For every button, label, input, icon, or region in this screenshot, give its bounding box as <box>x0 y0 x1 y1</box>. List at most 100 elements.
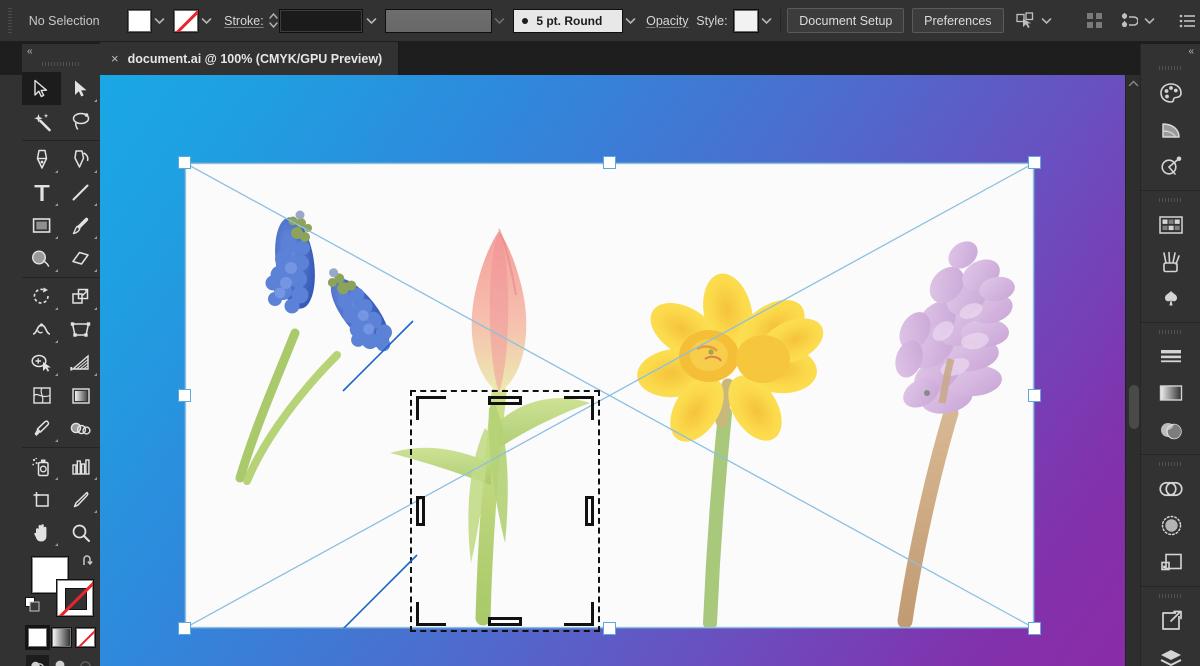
panel-group-grip[interactable] <box>1159 326 1182 337</box>
style-chevron-down-icon[interactable] <box>759 9 775 33</box>
tool-type[interactable] <box>22 176 61 209</box>
distribute-spacing-icon[interactable] <box>1116 9 1141 33</box>
stroke-swatch[interactable] <box>173 8 199 33</box>
selection-handle-bottom-left[interactable] <box>178 622 191 635</box>
selection-handle-top-left[interactable] <box>178 156 191 169</box>
selection-handle-top-right[interactable] <box>1028 156 1041 169</box>
panel-group-grip[interactable] <box>1159 458 1182 469</box>
stroke-weight-chevron-down-icon[interactable] <box>363 9 379 33</box>
tools-panel-grip[interactable] <box>42 58 80 70</box>
tool-curvature[interactable] <box>61 143 100 176</box>
tool-selection[interactable] <box>22 72 61 105</box>
asset-export-panel-icon[interactable] <box>1141 602 1200 639</box>
brushes-panel-icon[interactable] <box>1141 243 1200 280</box>
stroke-weight-field[interactable] <box>279 8 364 33</box>
scroll-up-icon[interactable] <box>1126 77 1141 90</box>
brush-definition-field[interactable]: 5 pt. Round <box>513 8 623 33</box>
default-fill-stroke-icon[interactable] <box>25 597 40 617</box>
creative-cloud-libraries-panel-icon[interactable] <box>1141 470 1200 507</box>
collapse-panel-icon[interactable]: « <box>27 46 32 57</box>
tool-pen[interactable] <box>22 143 61 176</box>
selection-handle-bottom-right[interactable] <box>1028 622 1041 635</box>
panel-group-grip[interactable] <box>1159 194 1182 205</box>
selection-handle-middle-left[interactable] <box>178 389 191 402</box>
tool-gradient[interactable] <box>61 379 100 412</box>
tool-scale[interactable] <box>61 280 100 313</box>
gradient-mode-button[interactable] <box>51 627 72 648</box>
width-profile-field[interactable] <box>384 8 492 33</box>
artboards-panel-icon[interactable] <box>1141 544 1200 581</box>
select-similar-chevron-down-icon[interactable] <box>1039 9 1055 33</box>
tool-perspective-grid[interactable] <box>61 346 100 379</box>
appearance-panel-icon[interactable] <box>1141 507 1200 544</box>
fill-swatch[interactable] <box>126 8 153 33</box>
tool-artboard[interactable] <box>22 483 61 516</box>
tool-direct-selection[interactable] <box>61 72 100 105</box>
tool-line-segment[interactable] <box>61 176 100 209</box>
swatches-panel-icon[interactable] <box>1141 206 1200 243</box>
distribute-chevron-down-icon[interactable] <box>1142 9 1158 33</box>
artboard[interactable] <box>178 156 1041 635</box>
tool-lasso[interactable] <box>61 105 100 138</box>
canvas-area[interactable] <box>100 75 1140 666</box>
swap-fill-stroke-icon[interactable] <box>81 554 95 573</box>
panel-group-grip[interactable] <box>1159 590 1182 601</box>
tool-column-graph[interactable] <box>61 450 100 483</box>
align-objects-icon[interactable] <box>1081 9 1106 33</box>
width-profile-chevron-down-icon[interactable] <box>492 9 508 33</box>
stroke-color-box[interactable] <box>56 579 94 617</box>
stroke-panel-icon[interactable] <box>1141 338 1200 375</box>
draw-normal-button[interactable] <box>26 655 49 666</box>
panel-group-color <box>1141 62 1200 188</box>
panel-menu-icon[interactable] <box>1175 9 1200 33</box>
panel-group-grip[interactable] <box>1159 62 1182 73</box>
control-bar-grip[interactable] <box>5 7 15 34</box>
tool-width[interactable] <box>22 313 61 346</box>
preferences-button[interactable]: Preferences <box>912 8 1004 33</box>
draw-inside-button[interactable] <box>74 655 97 666</box>
brush-definition-chevron-down-icon[interactable] <box>623 9 639 33</box>
color-themes-panel-icon[interactable] <box>1141 148 1200 185</box>
tool-eraser[interactable] <box>61 242 100 275</box>
tool-shaper[interactable] <box>22 242 61 275</box>
tool-rotate[interactable] <box>22 280 61 313</box>
layers-panel-icon[interactable] <box>1141 639 1200 666</box>
selection-handle-top-center[interactable] <box>603 156 616 169</box>
tool-shape-builder[interactable] <box>22 346 61 379</box>
tool-mesh[interactable] <box>22 379 61 412</box>
expand-panels-icon[interactable]: « <box>1188 46 1193 57</box>
color-mode-button[interactable] <box>25 625 50 650</box>
graphic-style-swatch[interactable] <box>733 8 759 33</box>
tool-paintbrush[interactable] <box>61 209 100 242</box>
draw-behind-button[interactable] <box>50 655 73 666</box>
clip-group-selection[interactable] <box>410 390 600 632</box>
vertical-scrollbar[interactable] <box>1125 75 1140 666</box>
tool-symbol-sprayer[interactable] <box>22 450 61 483</box>
stroke-label[interactable]: Stroke: <box>224 14 264 28</box>
transparency-panel-icon[interactable] <box>1141 412 1200 449</box>
fill-chevron-down-icon[interactable] <box>152 9 168 33</box>
tool-free-transform[interactable] <box>61 313 100 346</box>
document-setup-button[interactable]: Document Setup <box>787 8 905 33</box>
selection-handle-middle-right[interactable] <box>1028 389 1041 402</box>
tool-zoom[interactable] <box>61 516 100 549</box>
document-tab[interactable]: × document.ai @ 100% (CMYK/GPU Preview) <box>100 42 400 75</box>
selection-handle-bottom-center[interactable] <box>603 622 616 635</box>
stroke-weight-stepper[interactable] <box>268 9 279 33</box>
color-guide-panel-icon[interactable] <box>1141 111 1200 148</box>
color-panel-icon[interactable] <box>1141 74 1200 111</box>
none-mode-button[interactable] <box>75 627 96 648</box>
tool-hand[interactable] <box>22 516 61 549</box>
gradient-panel-icon[interactable] <box>1141 375 1200 412</box>
scrollbar-thumb[interactable] <box>1129 385 1139 429</box>
opacity-label[interactable]: Opacity <box>646 14 688 28</box>
close-icon[interactable]: × <box>111 52 119 65</box>
tool-slice[interactable] <box>61 483 100 516</box>
tool-eyedropper[interactable] <box>22 412 61 445</box>
tool-magic-wand[interactable] <box>22 105 61 138</box>
stroke-chevron-down-icon[interactable] <box>199 9 215 33</box>
symbols-panel-icon[interactable] <box>1141 280 1200 317</box>
tool-blend[interactable] <box>61 412 100 445</box>
tool-rectangle[interactable] <box>22 209 61 242</box>
select-similar-objects-icon[interactable] <box>1013 9 1038 33</box>
